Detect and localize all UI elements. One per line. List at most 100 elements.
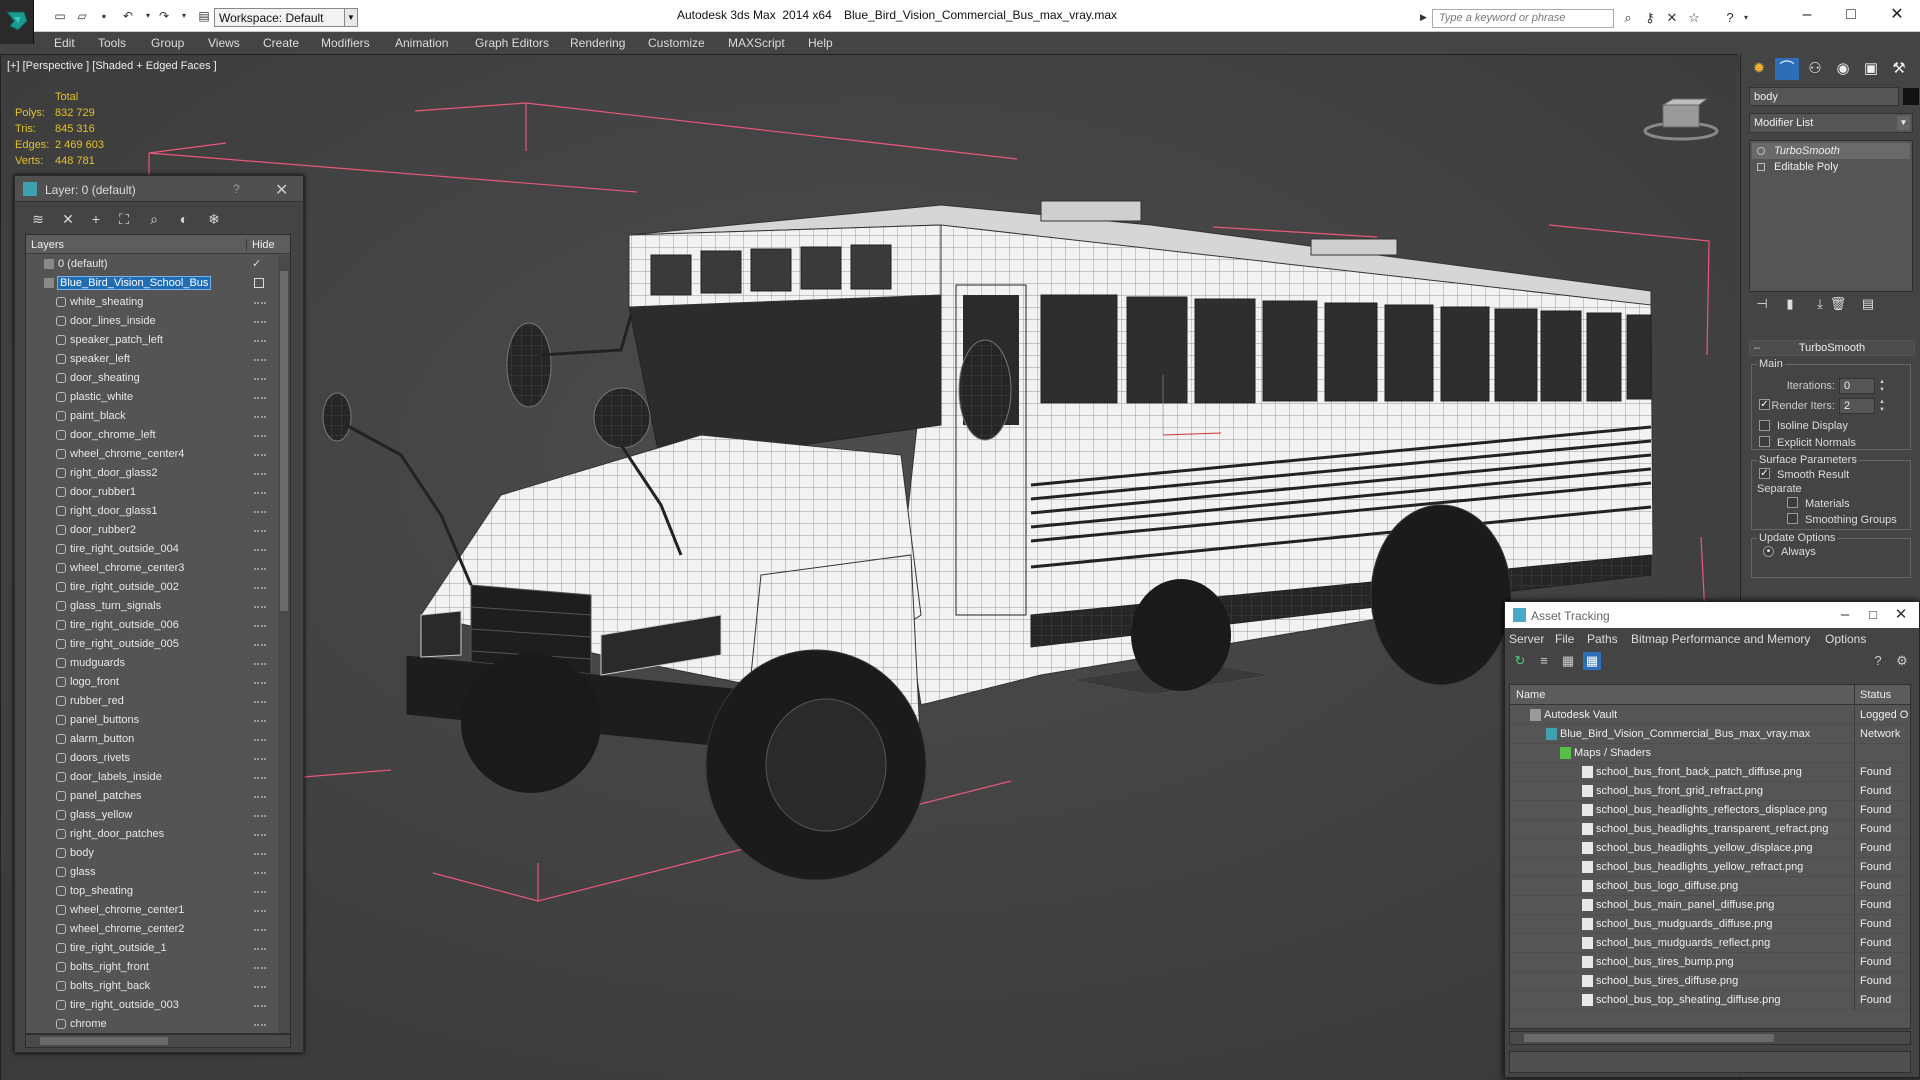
create-tab-icon[interactable]: ✹ bbox=[1747, 58, 1771, 80]
undo-icon[interactable]: ↶ bbox=[120, 9, 136, 23]
layer-row[interactable]: body bbox=[26, 844, 278, 863]
column-status[interactable]: Status bbox=[1860, 689, 1891, 701]
hierarchy-tab-icon[interactable]: ⚇ bbox=[1803, 58, 1827, 80]
layer-row[interactable]: mudguards bbox=[26, 654, 278, 673]
hide-toggle[interactable] bbox=[254, 340, 266, 342]
layer-name[interactable]: tire_right_outside_005 bbox=[70, 638, 179, 650]
asset-row[interactable]: school_bus_mudguards_reflect.png Found bbox=[1510, 934, 1910, 953]
layer-row[interactable]: tire_right_outside_002 bbox=[26, 578, 278, 597]
layer-row[interactable]: door_rubber1 bbox=[26, 483, 278, 502]
layer-row[interactable]: chrome bbox=[26, 1015, 278, 1033]
layer-name[interactable]: glass_yellow bbox=[70, 809, 132, 821]
layer-row[interactable]: panel_buttons bbox=[26, 711, 278, 730]
layer-row[interactable]: 0 (default) ✓ bbox=[26, 255, 278, 274]
layer-name[interactable]: panel_patches bbox=[70, 790, 142, 802]
freeze-all-icon[interactable]: ❄ bbox=[205, 210, 223, 228]
hide-toggle[interactable] bbox=[254, 625, 266, 627]
menu-modifiers[interactable]: Modifiers bbox=[321, 36, 370, 50]
menu-options[interactable]: Options bbox=[1825, 632, 1866, 646]
motion-tab-icon[interactable]: ◉ bbox=[1831, 58, 1855, 80]
asset-row[interactable]: school_bus_top_sheating_diffuse.png Found bbox=[1510, 991, 1910, 1010]
table-view-icon[interactable]: ▦ bbox=[1583, 652, 1601, 670]
layer-name[interactable]: doors_rivets bbox=[70, 752, 130, 764]
menu-paths[interactable]: Paths bbox=[1587, 632, 1618, 646]
layer-row[interactable]: bolts_right_back bbox=[26, 977, 278, 996]
layer-name[interactable]: door_rubber2 bbox=[70, 524, 136, 536]
hide-toggle[interactable] bbox=[254, 910, 266, 912]
layer-name[interactable]: door_rubber1 bbox=[70, 486, 136, 498]
layer-row[interactable]: right_door_patches bbox=[26, 825, 278, 844]
minimize-button[interactable]: – bbox=[1796, 4, 1818, 26]
key-icon[interactable]: ⚷ bbox=[1642, 10, 1658, 26]
layer-name[interactable]: tire_right_outside_1 bbox=[70, 942, 167, 954]
help-dropdown-icon[interactable]: ▾ bbox=[1738, 10, 1754, 26]
asset-row[interactable]: school_bus_headlights_yellow_refract.png… bbox=[1510, 858, 1910, 877]
always-radio[interactable]: • bbox=[1763, 546, 1774, 557]
render-iters-spinner[interactable]: 2 bbox=[1839, 398, 1875, 414]
new-file-icon[interactable]: ▭ bbox=[52, 9, 68, 23]
lightbulb-icon[interactable] bbox=[1757, 147, 1765, 155]
layer-name[interactable]: wheel_chrome_center2 bbox=[70, 923, 184, 935]
layer-row[interactable]: Blue_Bird_Vision_School_Bus bbox=[26, 274, 278, 293]
layer-row[interactable]: glass bbox=[26, 863, 278, 882]
layer-row[interactable]: plastic_white bbox=[26, 388, 278, 407]
hide-toggle[interactable] bbox=[254, 302, 266, 304]
layer-name[interactable]: wheel_chrome_center4 bbox=[70, 448, 184, 460]
chevron-down-icon[interactable]: ▼ bbox=[344, 8, 358, 27]
layer-name[interactable]: chrome bbox=[70, 1018, 107, 1030]
hide-toggle[interactable] bbox=[254, 511, 266, 513]
layer-name[interactable]: wheel_chrome_center1 bbox=[70, 904, 184, 916]
asset-tracking-titlebar[interactable]: Asset Tracking – ✕ bbox=[1505, 602, 1919, 628]
object-color-swatch[interactable] bbox=[1903, 88, 1919, 105]
asset-row[interactable]: school_bus_headlights_reflectors_displac… bbox=[1510, 801, 1910, 820]
layer-name[interactable]: bolts_right_back bbox=[70, 980, 150, 992]
utilities-tab-icon[interactable]: ⚒ bbox=[1887, 58, 1911, 80]
smooth-result-checkbox[interactable]: ✓ bbox=[1759, 468, 1770, 479]
hide-toggle[interactable] bbox=[254, 720, 266, 722]
layer-row[interactable]: logo_front bbox=[26, 673, 278, 692]
rollout-header[interactable]: – TurboSmooth bbox=[1749, 340, 1915, 356]
layer-row[interactable]: tire_right_outside_003 bbox=[26, 996, 278, 1015]
layer-vertical-scrollbar[interactable] bbox=[278, 255, 290, 1033]
menu-help[interactable]: Help bbox=[808, 36, 833, 50]
layer-name[interactable]: tire_right_outside_006 bbox=[70, 619, 179, 631]
spinner-arrows-icon[interactable]: ▲ ▼ bbox=[1877, 378, 1887, 394]
layer-row[interactable]: white_sheating bbox=[26, 293, 278, 312]
layer-row[interactable]: glass_yellow bbox=[26, 806, 278, 825]
collapse-icon[interactable]: – bbox=[1754, 341, 1760, 355]
star-icon[interactable]: ☆ bbox=[1686, 10, 1702, 26]
layer-row[interactable]: rubber_red bbox=[26, 692, 278, 711]
layer-name[interactable]: wheel_chrome_center3 bbox=[70, 562, 184, 574]
stack-item-editable-poly[interactable]: Editable Poly bbox=[1752, 159, 1910, 175]
layer-row[interactable]: alarm_button bbox=[26, 730, 278, 749]
modifier-list-dropdown[interactable]: Modifier List ▼ bbox=[1749, 113, 1913, 133]
menu-group[interactable]: Group bbox=[151, 36, 184, 50]
layer-name[interactable]: 0 (default) bbox=[58, 258, 108, 270]
layer-name[interactable]: tire_right_outside_002 bbox=[70, 581, 179, 593]
minimize-button[interactable]: – bbox=[1835, 604, 1855, 626]
layer-name[interactable]: door_chrome_left bbox=[70, 429, 156, 441]
hide-toggle[interactable] bbox=[254, 473, 266, 475]
hide-toggle[interactable] bbox=[254, 872, 266, 874]
asset-row[interactable]: school_bus_front_grid_refract.png Found bbox=[1510, 782, 1910, 801]
active-layer-check-icon[interactable]: ✓ bbox=[252, 257, 261, 270]
layer-name[interactable]: speaker_patch_left bbox=[70, 334, 163, 346]
object-name-field[interactable]: body bbox=[1749, 87, 1899, 106]
search-input[interactable]: Type a keyword or phrase bbox=[1432, 9, 1614, 28]
hide-toggle[interactable] bbox=[254, 853, 266, 855]
communication-icon[interactable]: ✕ bbox=[1664, 10, 1680, 26]
layer-name[interactable]: right_door_glass1 bbox=[70, 505, 157, 517]
show-end-result-icon[interactable]: ▮ bbox=[1781, 296, 1799, 314]
pin-stack-icon[interactable]: ⊣ bbox=[1753, 296, 1771, 314]
maximize-button[interactable]: □ bbox=[1840, 4, 1862, 26]
create-layer-icon[interactable]: ≋ bbox=[29, 210, 47, 228]
asset-row[interactable]: Autodesk Vault Logged O bbox=[1510, 706, 1910, 725]
layer-row[interactable]: right_door_glass1 bbox=[26, 502, 278, 521]
layer-row[interactable]: doors_rivets bbox=[26, 749, 278, 768]
hide-toggle[interactable] bbox=[254, 758, 266, 760]
layer-name[interactable]: mudguards bbox=[70, 657, 125, 669]
layer-name[interactable]: panel_buttons bbox=[70, 714, 139, 726]
hide-toggle[interactable] bbox=[254, 834, 266, 836]
menu-file[interactable]: File bbox=[1555, 632, 1574, 646]
display-tab-icon[interactable]: ▣ bbox=[1859, 58, 1883, 80]
